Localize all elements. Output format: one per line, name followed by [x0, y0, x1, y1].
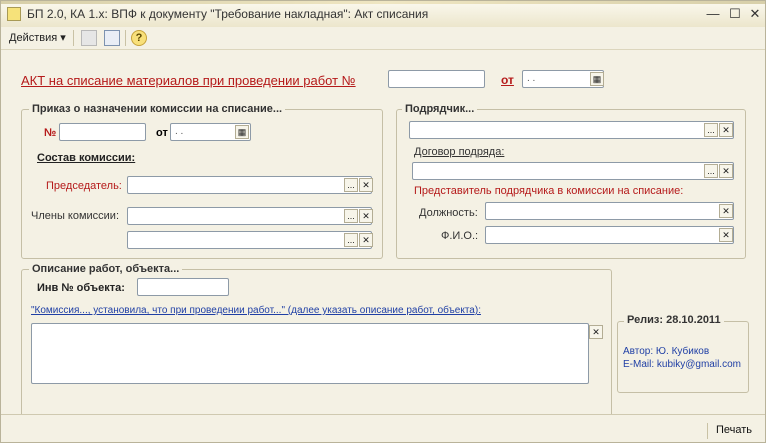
calendar-icon[interactable]: ▦: [590, 72, 604, 86]
contract-label[interactable]: Договор подряда:: [414, 146, 504, 158]
position-input[interactable]: [485, 202, 734, 220]
toolbar-separator: [125, 30, 126, 46]
clear-fio-icon[interactable]: ✕: [719, 228, 733, 242]
fio-label: Ф.И.О.:: [441, 230, 479, 242]
contractor-group-title: Подрядчик...: [402, 103, 478, 115]
actions-menu[interactable]: Действия ▾: [9, 31, 66, 44]
date-placeholder: . .: [175, 126, 184, 137]
commission-members-label: Члены комиссии:: [31, 210, 120, 222]
order-number-label: №: [44, 127, 57, 139]
author-text: Автор: Ю. Кубиков: [623, 346, 710, 357]
description-link[interactable]: "Комиссия..., установила, что при провед…: [31, 305, 481, 316]
act-title-link[interactable]: АКТ на списание материалов при проведени…: [21, 73, 356, 88]
document-icon[interactable]: [81, 30, 97, 46]
choose-contract-icon[interactable]: ...: [704, 164, 718, 178]
clear-position-icon[interactable]: ✕: [719, 204, 733, 218]
close-window-icon[interactable]: ✕: [747, 6, 763, 22]
clear-member-2-icon[interactable]: ✕: [359, 233, 373, 247]
inventory-number-label: Инв № объекта:: [37, 282, 125, 294]
contractor-input[interactable]: [409, 121, 734, 139]
act-number-input[interactable]: [388, 70, 485, 88]
app-icon: [7, 7, 21, 21]
representative-label: Представитель подрядчика в комиссии на с…: [414, 185, 684, 197]
choose-contractor-icon[interactable]: ...: [704, 123, 718, 137]
footer-separator: [707, 423, 708, 439]
order-number-input[interactable]: [59, 123, 146, 141]
footer-bar: Печать: [1, 414, 765, 442]
act-date-label[interactable]: от: [501, 73, 514, 87]
choose-member-2-icon[interactable]: ...: [344, 233, 358, 247]
choose-member-1-icon[interactable]: ...: [344, 209, 358, 223]
order-date-label: от: [156, 127, 168, 139]
choose-chairman-icon[interactable]: ...: [344, 178, 358, 192]
position-label: Должность:: [419, 207, 478, 219]
order-group-title: Приказ о назначении комиссии на списание…: [29, 103, 286, 115]
fio-input[interactable]: [485, 226, 734, 244]
date-placeholder: . .: [527, 73, 536, 84]
toolbar: Действия ▾ ?: [1, 27, 765, 50]
structure-icon[interactable]: [104, 30, 120, 46]
release-group: [617, 321, 749, 393]
works-group-title: Описание работ, объекта...: [29, 263, 183, 275]
clear-contract-icon[interactable]: ✕: [719, 164, 733, 178]
maximize-icon[interactable]: ☐: [727, 6, 743, 22]
member-1-input[interactable]: [127, 207, 372, 225]
background-tabs-strip: [1, 1, 765, 4]
clear-member-1-icon[interactable]: ✕: [359, 209, 373, 223]
release-title: Релиз: 28.10.2011: [624, 314, 724, 326]
inventory-number-input[interactable]: [137, 278, 229, 296]
window-title: БП 2.0, КА 1.х: ВПФ к документу "Требова…: [27, 7, 429, 21]
description-textarea[interactable]: [31, 323, 589, 384]
contract-input[interactable]: [412, 162, 734, 180]
clear-chairman-icon[interactable]: ✕: [359, 178, 373, 192]
clear-contractor-icon[interactable]: ✕: [719, 123, 733, 137]
toolbar-separator: [73, 30, 74, 46]
calendar-icon[interactable]: ▦: [235, 125, 249, 139]
chevron-down-icon: ▾: [60, 32, 66, 44]
commission-composition-label: Состав комиссии:: [37, 152, 136, 164]
email-text: E-Mail: kubiky@gmail.com: [623, 359, 741, 370]
actions-menu-label: Действия: [9, 32, 58, 44]
minimize-icon[interactable]: —: [705, 6, 721, 22]
print-button[interactable]: Печать: [716, 424, 752, 436]
member-2-input[interactable]: [127, 231, 372, 249]
help-icon[interactable]: ?: [131, 30, 147, 46]
chairman-input[interactable]: [127, 176, 372, 194]
chairman-label: Председатель:: [46, 180, 122, 192]
title-bar: БП 2.0, КА 1.х: ВПФ к документу "Требова…: [1, 1, 765, 28]
clear-description-icon[interactable]: ✕: [589, 325, 603, 339]
main-window: БП 2.0, КА 1.х: ВПФ к документу "Требова…: [0, 0, 766, 443]
